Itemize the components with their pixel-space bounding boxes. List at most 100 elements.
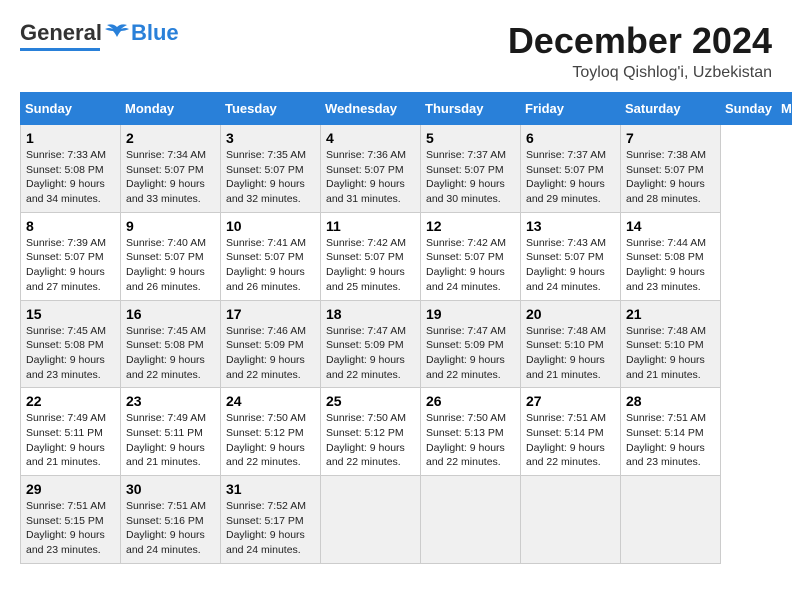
calendar-cell: 25 Sunrise: 7:50 AMSunset: 5:12 PMDaylig… (321, 388, 421, 476)
logo-general: General (20, 20, 102, 46)
page-header: General Blue December 2024 Toyloq Qishlo… (20, 20, 772, 82)
calendar-cell: 13 Sunrise: 7:43 AMSunset: 5:07 PMDaylig… (521, 212, 621, 300)
calendar-cell: 8 Sunrise: 7:39 AMSunset: 5:07 PMDayligh… (21, 212, 121, 300)
header-wednesday: Wednesday (321, 93, 421, 125)
day-info: Sunrise: 7:52 AMSunset: 5:17 PMDaylight:… (226, 500, 306, 556)
day-info: Sunrise: 7:38 AMSunset: 5:07 PMDaylight:… (626, 149, 706, 205)
calendar-week-3: 15 Sunrise: 7:45 AMSunset: 5:08 PMDaylig… (21, 300, 792, 388)
day-number: 19 (426, 306, 515, 322)
calendar-week-2: 8 Sunrise: 7:39 AMSunset: 5:07 PMDayligh… (21, 212, 792, 300)
header-saturday: Saturday (621, 93, 721, 125)
day-info: Sunrise: 7:50 AMSunset: 5:12 PMDaylight:… (326, 412, 406, 468)
day-info: Sunrise: 7:49 AMSunset: 5:11 PMDaylight:… (26, 412, 106, 468)
calendar-week-5: 29 Sunrise: 7:51 AMSunset: 5:15 PMDaylig… (21, 476, 792, 564)
calendar-cell: 22 Sunrise: 7:49 AMSunset: 5:11 PMDaylig… (21, 388, 121, 476)
calendar-cell: 30 Sunrise: 7:51 AMSunset: 5:16 PMDaylig… (121, 476, 221, 564)
logo: General Blue (20, 20, 179, 51)
day-number: 15 (26, 306, 115, 322)
day-number: 21 (626, 306, 715, 322)
calendar-cell: 6 Sunrise: 7:37 AMSunset: 5:07 PMDayligh… (521, 125, 621, 213)
day-number: 10 (226, 218, 315, 234)
day-info: Sunrise: 7:45 AMSunset: 5:08 PMDaylight:… (126, 325, 206, 381)
calendar-cell: 10 Sunrise: 7:41 AMSunset: 5:07 PMDaylig… (221, 212, 321, 300)
calendar-cell: 11 Sunrise: 7:42 AMSunset: 5:07 PMDaylig… (321, 212, 421, 300)
day-info: Sunrise: 7:47 AMSunset: 5:09 PMDaylight:… (326, 325, 406, 381)
day-number: 9 (126, 218, 215, 234)
day-info: Sunrise: 7:37 AMSunset: 5:07 PMDaylight:… (426, 149, 506, 205)
day-info: Sunrise: 7:46 AMSunset: 5:09 PMDaylight:… (226, 325, 306, 381)
calendar-cell: 23 Sunrise: 7:49 AMSunset: 5:11 PMDaylig… (121, 388, 221, 476)
day-info: Sunrise: 7:51 AMSunset: 5:14 PMDaylight:… (626, 412, 706, 468)
calendar-cell: 19 Sunrise: 7:47 AMSunset: 5:09 PMDaylig… (421, 300, 521, 388)
day-info: Sunrise: 7:42 AMSunset: 5:07 PMDaylight:… (426, 237, 506, 293)
day-number: 4 (326, 130, 415, 146)
day-info: Sunrise: 7:51 AMSunset: 5:16 PMDaylight:… (126, 500, 206, 556)
calendar-cell: 29 Sunrise: 7:51 AMSunset: 5:15 PMDaylig… (21, 476, 121, 564)
calendar-cell: 26 Sunrise: 7:50 AMSunset: 5:13 PMDaylig… (421, 388, 521, 476)
calendar-cell: 12 Sunrise: 7:42 AMSunset: 5:07 PMDaylig… (421, 212, 521, 300)
day-info: Sunrise: 7:40 AMSunset: 5:07 PMDaylight:… (126, 237, 206, 293)
day-info: Sunrise: 7:50 AMSunset: 5:12 PMDaylight:… (226, 412, 306, 468)
calendar-cell: 15 Sunrise: 7:45 AMSunset: 5:08 PMDaylig… (21, 300, 121, 388)
day-number: 22 (26, 393, 115, 409)
day-info: Sunrise: 7:37 AMSunset: 5:07 PMDaylight:… (526, 149, 606, 205)
day-number: 16 (126, 306, 215, 322)
calendar-cell: 21 Sunrise: 7:48 AMSunset: 5:10 PMDaylig… (621, 300, 721, 388)
logo-blue: Blue (131, 20, 179, 46)
calendar-cell: 5 Sunrise: 7:37 AMSunset: 5:07 PMDayligh… (421, 125, 521, 213)
logo-underline (20, 48, 100, 51)
calendar-cell: 24 Sunrise: 7:50 AMSunset: 5:12 PMDaylig… (221, 388, 321, 476)
day-info: Sunrise: 7:44 AMSunset: 5:08 PMDaylight:… (626, 237, 706, 293)
month-title: December 2024 (508, 20, 772, 62)
day-number: 8 (26, 218, 115, 234)
calendar-cell: 31 Sunrise: 7:52 AMSunset: 5:17 PMDaylig… (221, 476, 321, 564)
day-info: Sunrise: 7:43 AMSunset: 5:07 PMDaylight:… (526, 237, 606, 293)
day-info: Sunrise: 7:39 AMSunset: 5:07 PMDaylight:… (26, 237, 106, 293)
calendar-cell: 2 Sunrise: 7:34 AMSunset: 5:07 PMDayligh… (121, 125, 221, 213)
calendar-cell: 14 Sunrise: 7:44 AMSunset: 5:08 PMDaylig… (621, 212, 721, 300)
calendar-header-row: SundayMondayTuesdayWednesdayThursdayFrid… (21, 93, 792, 125)
day-info: Sunrise: 7:48 AMSunset: 5:10 PMDaylight:… (526, 325, 606, 381)
calendar-cell: 4 Sunrise: 7:36 AMSunset: 5:07 PMDayligh… (321, 125, 421, 213)
day-number: 28 (626, 393, 715, 409)
day-number: 7 (626, 130, 715, 146)
title-area: December 2024 Toyloq Qishlog'i, Uzbekist… (508, 20, 772, 82)
header-day-monday: Monday (776, 93, 792, 125)
calendar-cell: 20 Sunrise: 7:48 AMSunset: 5:10 PMDaylig… (521, 300, 621, 388)
day-number: 12 (426, 218, 515, 234)
day-info: Sunrise: 7:42 AMSunset: 5:07 PMDaylight:… (326, 237, 406, 293)
day-info: Sunrise: 7:34 AMSunset: 5:07 PMDaylight:… (126, 149, 206, 205)
calendar-cell: 3 Sunrise: 7:35 AMSunset: 5:07 PMDayligh… (221, 125, 321, 213)
day-number: 2 (126, 130, 215, 146)
day-number: 1 (26, 130, 115, 146)
header-monday: Monday (121, 93, 221, 125)
calendar-cell: 9 Sunrise: 7:40 AMSunset: 5:07 PMDayligh… (121, 212, 221, 300)
header-tuesday: Tuesday (221, 93, 321, 125)
day-number: 11 (326, 218, 415, 234)
day-number: 31 (226, 481, 315, 497)
calendar-week-4: 22 Sunrise: 7:49 AMSunset: 5:11 PMDaylig… (21, 388, 792, 476)
day-number: 3 (226, 130, 315, 146)
day-info: Sunrise: 7:33 AMSunset: 5:08 PMDaylight:… (26, 149, 106, 205)
day-number: 27 (526, 393, 615, 409)
calendar-cell (321, 476, 421, 564)
day-number: 17 (226, 306, 315, 322)
header-friday: Friday (521, 93, 621, 125)
calendar-table: SundayMondayTuesdayWednesdayThursdayFrid… (20, 92, 792, 564)
calendar-cell: 28 Sunrise: 7:51 AMSunset: 5:14 PMDaylig… (621, 388, 721, 476)
day-number: 24 (226, 393, 315, 409)
calendar-cell (621, 476, 721, 564)
location-subtitle: Toyloq Qishlog'i, Uzbekistan (508, 64, 772, 82)
day-number: 13 (526, 218, 615, 234)
calendar-week-1: 1 Sunrise: 7:33 AMSunset: 5:08 PMDayligh… (21, 125, 792, 213)
day-info: Sunrise: 7:41 AMSunset: 5:07 PMDaylight:… (226, 237, 306, 293)
day-number: 18 (326, 306, 415, 322)
day-info: Sunrise: 7:48 AMSunset: 5:10 PMDaylight:… (626, 325, 706, 381)
day-number: 25 (326, 393, 415, 409)
calendar-cell: 7 Sunrise: 7:38 AMSunset: 5:07 PMDayligh… (621, 125, 721, 213)
day-info: Sunrise: 7:47 AMSunset: 5:09 PMDaylight:… (426, 325, 506, 381)
day-number: 14 (626, 218, 715, 234)
day-number: 30 (126, 481, 215, 497)
day-info: Sunrise: 7:36 AMSunset: 5:07 PMDaylight:… (326, 149, 406, 205)
calendar-cell: 18 Sunrise: 7:47 AMSunset: 5:09 PMDaylig… (321, 300, 421, 388)
